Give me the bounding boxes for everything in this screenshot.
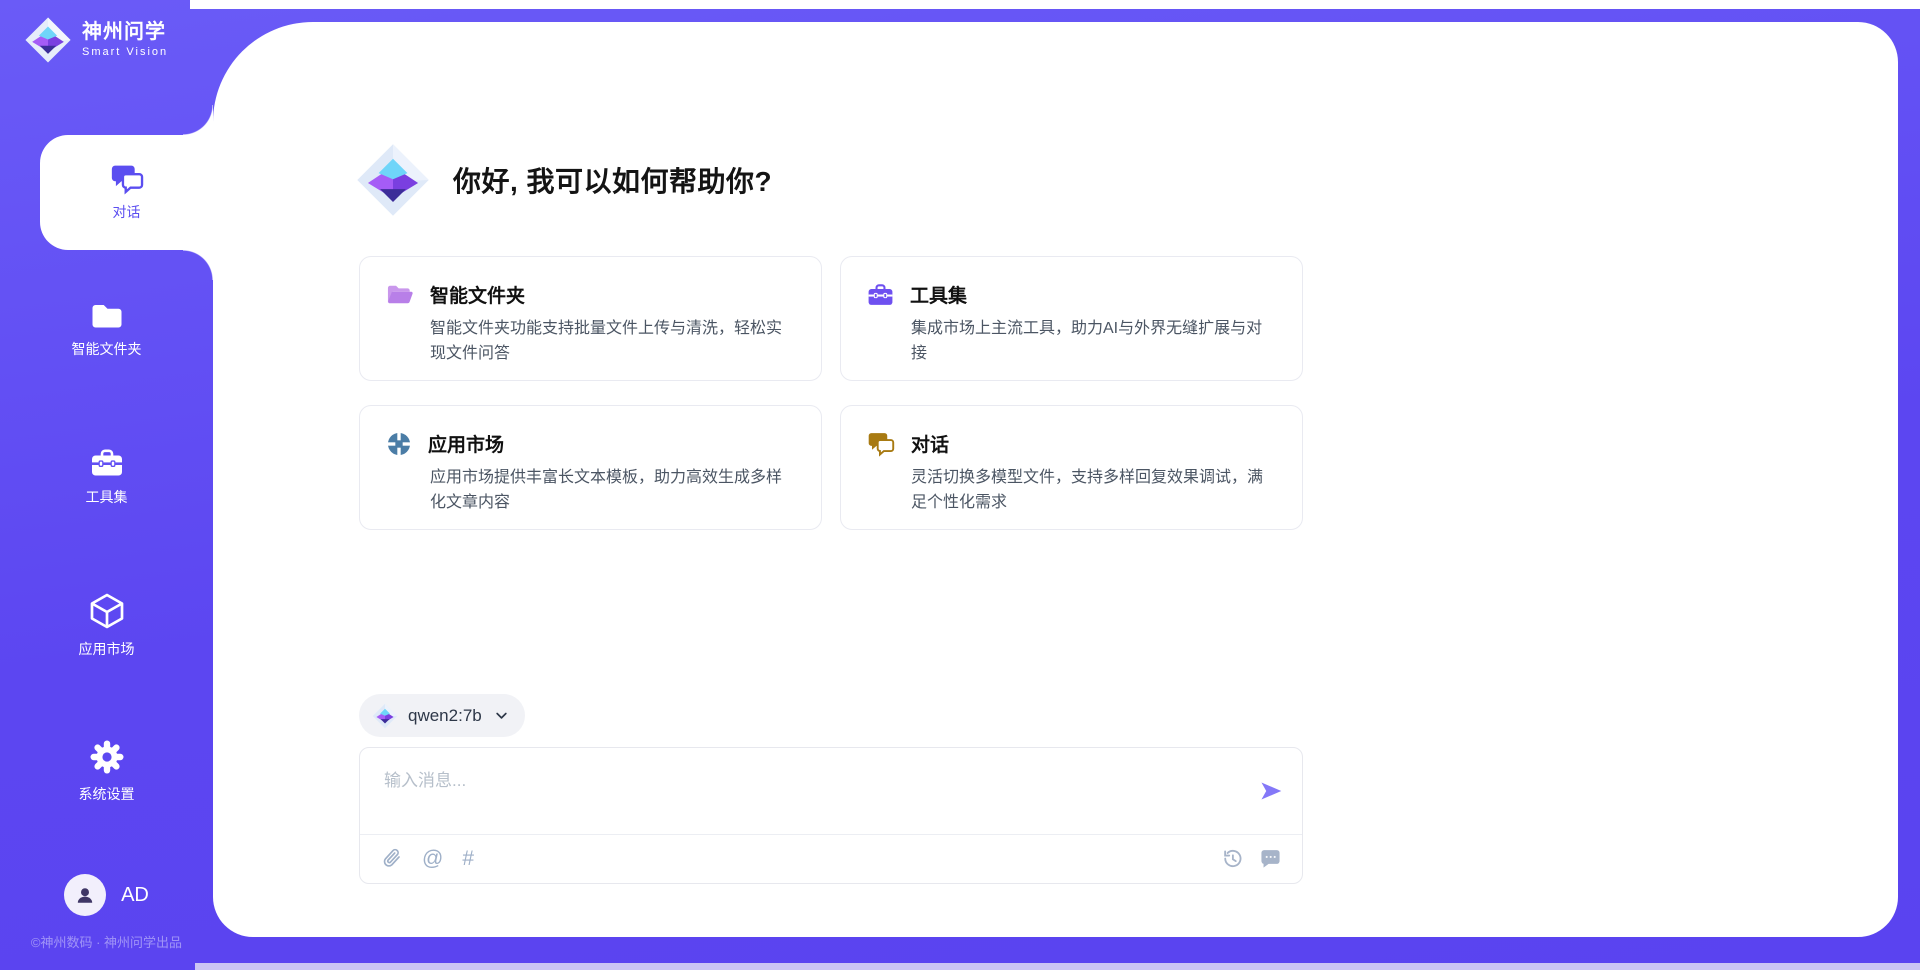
card-chat[interactable]: 对话 灵活切换多模型文件，支持多样回复效果调试，满足个性化需求	[840, 405, 1303, 530]
cube-icon	[89, 592, 125, 630]
feature-cards: 智能文件夹 智能文件夹功能支持批量文件上传与清洗，轻松实现文件问答 工具集 集成…	[359, 256, 1303, 530]
chat-icon	[867, 431, 895, 457]
top-edge-strip	[190, 0, 1920, 9]
card-title: 工具集	[910, 281, 967, 308]
assistant-logo-icon	[355, 142, 431, 218]
card-description: 应用市场提供丰富长文本模板，助力高效生成多样化文章内容	[430, 466, 797, 516]
card-description: 集成市场上主流工具，助力AI与外界无缝扩展与对接	[911, 317, 1278, 367]
card-title: 智能文件夹	[430, 281, 525, 308]
grid-icon	[386, 431, 412, 457]
bottom-scrollbar-strip[interactable]	[195, 963, 1920, 970]
history-icon	[1221, 847, 1244, 870]
card-smart-folder[interactable]: 智能文件夹 智能文件夹功能支持批量文件上传与清洗，轻松实现文件问答	[359, 256, 822, 381]
sidebar: 神州问学 Smart Vision 对话 智能文件夹 工具集	[0, 0, 213, 970]
sidebar-item-market[interactable]: 应用市场	[0, 592, 213, 659]
folder-icon	[90, 302, 124, 330]
card-title: 对话	[911, 430, 949, 457]
welcome-header: 你好, 我可以如何帮助你?	[355, 142, 772, 218]
toolbox-icon	[90, 448, 124, 478]
user-name: AD	[121, 884, 149, 907]
sidebar-item-folders[interactable]: 智能文件夹	[0, 302, 213, 359]
input-divider	[360, 834, 1302, 835]
greeting-text: 你好, 我可以如何帮助你?	[453, 160, 772, 200]
sidebar-item-label: 智能文件夹	[72, 339, 142, 359]
model-logo-icon	[372, 703, 398, 729]
card-title: 应用市场	[428, 430, 504, 457]
toolbox-icon	[867, 283, 894, 307]
conversations-button[interactable]	[1259, 848, 1282, 869]
send-icon	[1258, 778, 1284, 804]
paperclip-icon	[382, 846, 403, 870]
brand-logo: 神州问学 Smart Vision	[24, 16, 168, 64]
card-description: 灵活切换多模型文件，支持多样回复效果调试，满足个性化需求	[911, 466, 1278, 516]
sidebar-item-tools[interactable]: 工具集	[0, 448, 213, 507]
folder-open-icon	[386, 283, 414, 306]
sidebar-item-settings[interactable]: 系统设置	[0, 739, 213, 804]
brand-name: 神州问学	[82, 21, 168, 44]
sidebar-item-chat[interactable]: 对话	[40, 135, 213, 250]
card-app-market[interactable]: 应用市场 应用市场提供丰富长文本模板，助力高效生成多样化文章内容	[359, 405, 822, 530]
user-account[interactable]: AD	[0, 874, 213, 916]
hash-tag-button[interactable]: #	[462, 848, 474, 869]
send-button[interactable]	[1258, 778, 1284, 804]
sidebar-item-label: 工具集	[86, 487, 128, 507]
chat-icon	[109, 163, 145, 195]
diamond-logo-icon	[24, 16, 72, 64]
chevron-down-icon	[492, 706, 511, 725]
avatar	[64, 874, 106, 916]
attach-file-button[interactable]	[382, 846, 403, 870]
card-toolset[interactable]: 工具集 集成市场上主流工具，助力AI与外界无缝扩展与对接	[840, 256, 1303, 381]
copyright-footer: ©神州数码 · 神州问学出品	[0, 932, 213, 951]
person-icon	[73, 883, 97, 907]
input-toolbar: @ #	[382, 846, 474, 870]
card-description: 智能文件夹功能支持批量文件上传与清洗，轻松实现文件问答	[430, 317, 797, 367]
model-selector[interactable]: qwen2:7b	[359, 694, 525, 737]
history-button[interactable]	[1221, 847, 1244, 870]
chat-bubble-icon	[1259, 848, 1282, 869]
input-right-actions	[1221, 847, 1282, 870]
gear-icon	[89, 739, 125, 775]
brand-subtitle: Smart Vision	[82, 46, 168, 59]
at-mention-button[interactable]: @	[422, 848, 443, 869]
model-name: qwen2:7b	[408, 706, 482, 726]
message-input-box: @ #	[359, 747, 1303, 884]
sidebar-item-label: 对话	[113, 202, 141, 222]
sidebar-item-label: 应用市场	[79, 639, 135, 659]
sidebar-item-label: 系统设置	[79, 784, 135, 804]
message-input[interactable]	[382, 764, 1246, 830]
